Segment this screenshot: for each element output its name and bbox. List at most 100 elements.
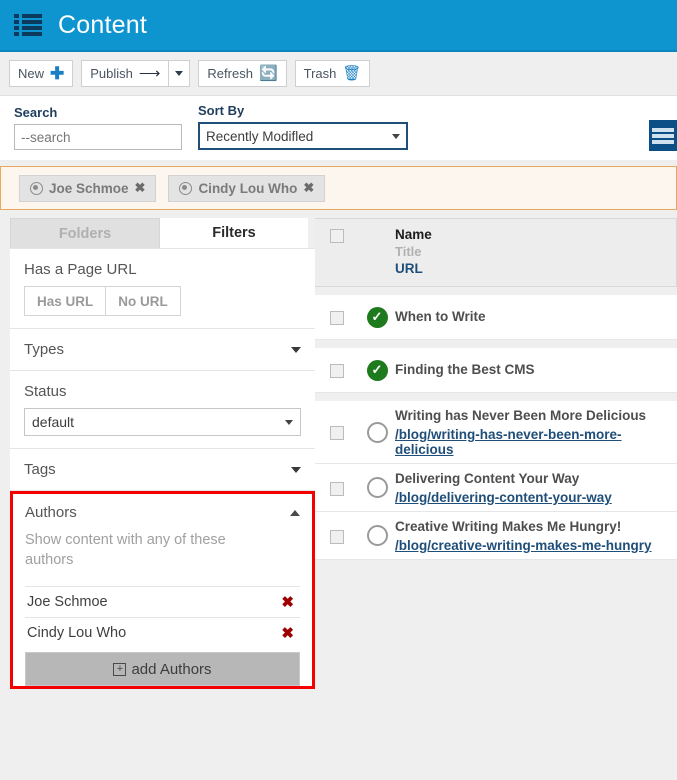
publish-dropdown-button[interactable]	[168, 60, 191, 87]
authors-header[interactable]: Authors	[25, 504, 300, 521]
tab-filters-label: Filters	[212, 225, 256, 241]
new-button[interactable]: New ✚	[9, 60, 74, 87]
app-header: Content	[0, 0, 677, 52]
row-url-link[interactable]: /blog/writing-has-never-been-more-delici…	[395, 427, 671, 457]
author-list-item[interactable]: Cindy Lou Who ✖	[25, 617, 300, 648]
status-title: Status	[24, 383, 67, 400]
column-header-title[interactable]: Title	[395, 244, 670, 259]
status-select[interactable]: default	[24, 408, 301, 436]
status-published-icon: ✓	[366, 306, 388, 328]
filter-chip-label: Cindy Lou Who	[198, 180, 298, 196]
select-all-cell	[315, 227, 359, 276]
row-url-link[interactable]: /blog/delivering-content-your-way	[395, 490, 671, 505]
publish-button[interactable]: Publish ⟶	[81, 60, 169, 87]
add-authors-button[interactable]: + add Authors	[25, 652, 300, 687]
column-header-name[interactable]: Name	[395, 227, 670, 242]
search-sort-bar: Search Sort By Recently Modifled	[0, 96, 677, 160]
sort-by-select[interactable]: Recently Modifled	[198, 122, 408, 150]
has-page-url-title: Has a Page URL	[24, 261, 137, 278]
caret-down-icon	[392, 133, 400, 139]
has-url-button[interactable]: Has URL	[24, 286, 107, 316]
table-row[interactable]: Delivering Content Your Way /blog/delive…	[315, 464, 677, 512]
status-published-icon: ✓	[366, 359, 388, 381]
x-icon[interactable]: ✖	[303, 180, 314, 196]
table-row[interactable]: Writing has Never Been More Delicious /b…	[315, 401, 677, 464]
sort-field-group: Sort By Recently Modifled	[198, 103, 408, 150]
author-name: Joe Schmoe	[27, 594, 108, 611]
table-row[interactable]: ✓ When to Write	[315, 295, 677, 340]
filter-sections: Has a Page URL Has URL No URL Types Stat…	[10, 248, 315, 690]
tab-filters[interactable]: Filters	[160, 218, 308, 248]
authors-title: Authors	[25, 504, 77, 521]
tab-folders-label: Folders	[58, 225, 112, 242]
has-url-button-label: Has URL	[37, 293, 94, 309]
list-view-icon	[652, 127, 674, 132]
status-select-value: default	[32, 414, 75, 430]
trash-icon: 🗑	[342, 65, 362, 82]
table-row[interactable]: ✓ Finding the Best CMS	[315, 348, 677, 393]
status-draft-icon	[366, 477, 388, 498]
row-url-link[interactable]: /blog/creative-writing-makes-me-hungry	[395, 538, 671, 553]
sort-label: Sort By	[198, 103, 245, 118]
caret-down-icon	[175, 71, 184, 76]
name-header-cell: Name Title URL	[395, 227, 676, 276]
filter-chip-label: Joe Schmoe	[49, 180, 129, 196]
refresh-button[interactable]: Refresh 🔄	[198, 60, 287, 87]
publish-button-label: Publish	[90, 66, 133, 81]
filter-section-types[interactable]: Types	[10, 329, 315, 371]
filter-section-has-page-url: Has a Page URL Has URL No URL	[10, 249, 315, 329]
column-header-url[interactable]: URL	[395, 261, 670, 276]
caret-down-icon	[285, 419, 293, 425]
status-header-cell	[359, 227, 395, 276]
active-filter-chips-bar: Joe Schmoe ✖ Cindy Lou Who ✖	[0, 166, 677, 210]
row-title: When to Write	[395, 309, 486, 324]
author-list-item[interactable]: Joe Schmoe ✖	[25, 586, 300, 617]
caret-down-icon[interactable]	[291, 346, 301, 353]
person-icon	[30, 181, 43, 195]
sort-by-value: Recently Modifled	[206, 128, 314, 144]
status-draft-icon	[366, 421, 388, 443]
x-icon[interactable]: ✖	[281, 624, 294, 642]
panel-tabs: Folders Filters	[10, 218, 315, 248]
add-authors-label: add Authors	[131, 660, 212, 678]
authors-hint: Show content with any of these authors	[25, 532, 226, 568]
trash-button[interactable]: Trash 🗑	[294, 60, 371, 87]
filter-chip[interactable]: Joe Schmoe ✖	[19, 174, 157, 202]
row-title: Writing has Never Been More Delicious	[395, 408, 647, 423]
row-title: Creative Writing Makes Me Hungry!	[395, 519, 622, 534]
row-checkbox[interactable]	[330, 481, 344, 496]
filter-section-tags[interactable]: Tags	[10, 449, 315, 491]
filter-chip[interactable]: Cindy Lou Who ✖	[168, 174, 326, 202]
no-url-button[interactable]: No URL	[106, 286, 181, 316]
row-checkbox[interactable]	[330, 311, 344, 325]
plus-box-icon: +	[113, 662, 127, 676]
list-header-row: Name Title URL	[315, 218, 677, 287]
table-row[interactable]: Creative Writing Makes Me Hungry! /blog/…	[315, 512, 677, 560]
row-checkbox[interactable]	[330, 426, 344, 440]
page-title: Content	[58, 10, 147, 39]
content-list: Name Title URL ✓ When to Write ✓ Finding…	[315, 210, 677, 754]
new-button-label: New	[18, 66, 45, 81]
row-checkbox[interactable]	[330, 364, 344, 378]
toolbar: New ✚ Publish ⟶ Refresh 🔄 Trash 🗑	[0, 52, 677, 96]
x-icon[interactable]: ✖	[281, 593, 294, 611]
no-url-button-label: No URL	[118, 293, 168, 309]
hamburger-list-icon[interactable]	[14, 14, 42, 36]
row-title: Delivering Content Your Way	[395, 471, 580, 486]
caret-down-icon[interactable]	[291, 466, 301, 473]
select-all-checkbox[interactable]	[330, 229, 344, 243]
body-split: Folders Filters Has a Page URL Has URL N…	[0, 210, 677, 754]
tags-title: Tags	[24, 461, 56, 478]
search-field-group: Search	[14, 105, 182, 150]
list-view-toggle-button[interactable]	[649, 120, 677, 151]
trash-button-label: Trash	[303, 66, 337, 81]
tab-folders[interactable]: Folders	[10, 218, 160, 248]
search-input[interactable]	[14, 124, 182, 150]
row-checkbox[interactable]	[330, 529, 344, 544]
types-title: Types	[24, 341, 65, 358]
refresh-button-label: Refresh	[207, 66, 253, 81]
caret-up-icon[interactable]	[290, 509, 300, 516]
x-icon[interactable]: ✖	[135, 180, 146, 196]
person-icon	[179, 181, 193, 195]
filter-panel: Folders Filters Has a Page URL Has URL N…	[0, 210, 315, 754]
